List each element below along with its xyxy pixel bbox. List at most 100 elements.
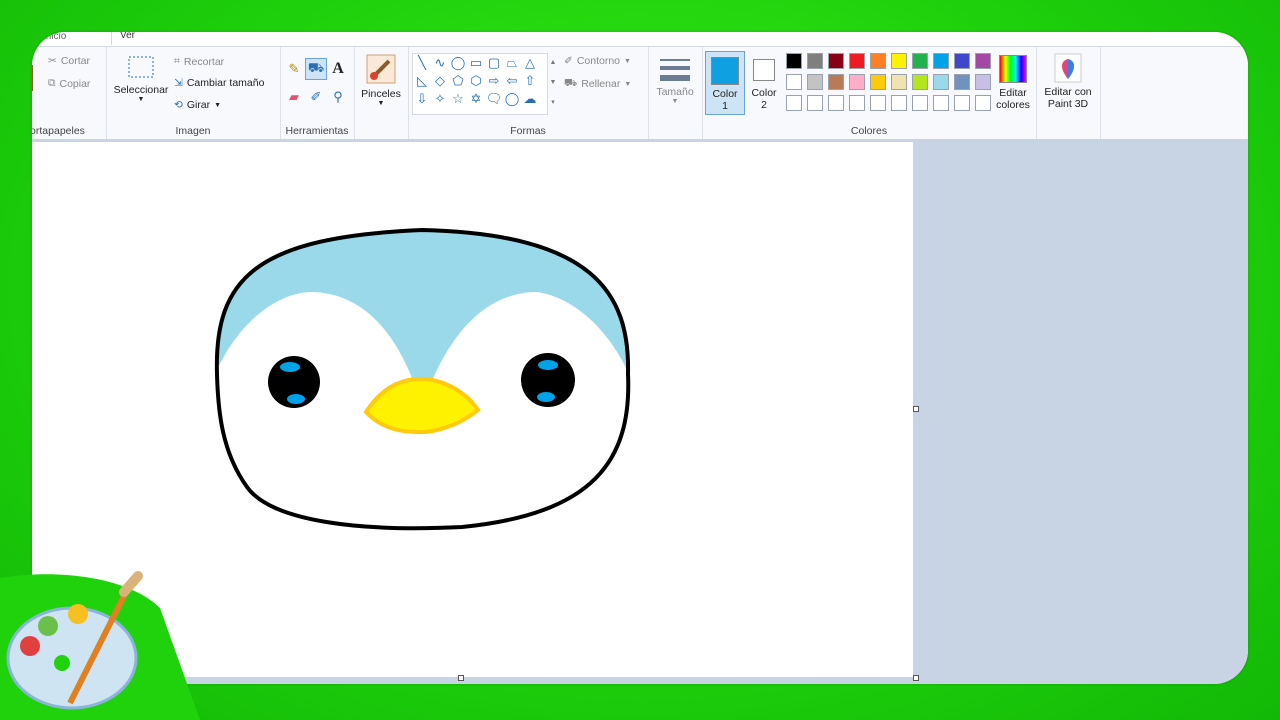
tab-home[interactable]: Inicio (32, 32, 112, 45)
pentagon-shape-icon[interactable]: ⬠ (449, 72, 467, 90)
colors-group-label: Colores (850, 125, 888, 137)
palette-swatch[interactable] (849, 74, 865, 90)
six-point-star-shape-icon[interactable]: ✡ (467, 90, 485, 108)
resize-handle-bottom[interactable] (458, 675, 464, 681)
palette-swatch[interactable] (786, 74, 802, 90)
select-button[interactable]: Seleccionar ▼ (110, 53, 172, 103)
chevron-down-icon: ▼ (624, 80, 632, 88)
paintbrush-icon (366, 54, 396, 84)
color2-button[interactable]: Color 2 (746, 51, 782, 111)
palette-swatch[interactable] (933, 74, 949, 90)
resize-handle-corner[interactable] (913, 675, 919, 681)
palette-swatch[interactable] (912, 53, 928, 69)
shapes-group-label: Formas (510, 125, 546, 137)
palette-swatch[interactable] (975, 53, 991, 69)
crop-label: Recortar (183, 55, 225, 68)
paint3d-line2: Paint 3D (1047, 98, 1089, 110)
hexagon-shape-icon[interactable]: ⬡ (467, 72, 485, 90)
palette-swatch[interactable] (954, 95, 970, 111)
scissors-icon: ✂ (48, 55, 57, 67)
cut-button[interactable]: ✂ Cortar (48, 55, 90, 67)
oval-shape-icon[interactable]: ◯ (449, 54, 467, 72)
crop-button[interactable]: ⌗ Recortar (174, 55, 224, 68)
left-eye-highlight-lower (287, 394, 305, 404)
rounded-rectangle-shape-icon[interactable]: ▢ (485, 54, 503, 72)
callout-oval-shape-icon[interactable]: ◯ (503, 90, 521, 108)
five-point-star-shape-icon[interactable]: ☆ (449, 90, 467, 108)
magnifier-icon[interactable]: ⚲ (328, 87, 348, 107)
palette-swatch[interactable] (870, 95, 886, 111)
size-group: Tamaño ▼ (648, 47, 703, 139)
palette-swatch[interactable] (786, 95, 802, 111)
palette-swatch[interactable] (912, 95, 928, 111)
left-arrow-shape-icon[interactable]: ⇦ (503, 72, 521, 90)
line-shape-icon[interactable]: ╲ (413, 54, 431, 72)
palette-swatch[interactable] (933, 95, 949, 111)
outline-icon: ✐ (564, 55, 573, 67)
resize-button[interactable]: ⇲ Cambiar tamaño (174, 77, 264, 89)
fill-button[interactable]: ⛟ Rellenar ▼ (564, 77, 631, 91)
palette-swatch[interactable] (870, 74, 886, 90)
palette-swatch[interactable] (828, 74, 844, 90)
palette-swatch[interactable] (891, 53, 907, 69)
palette-swatch[interactable] (891, 95, 907, 111)
shapes-scroll[interactable]: ▲ ▼ ▾ (548, 53, 558, 113)
palette-swatch[interactable] (870, 53, 886, 69)
paint3d-icon (1054, 53, 1082, 83)
resize-handle-right[interactable] (913, 406, 919, 412)
triangle-shape-icon[interactable]: △ (521, 54, 539, 72)
palette-swatch[interactable] (828, 53, 844, 69)
diamond-shape-icon[interactable]: ◇ (431, 72, 449, 90)
size-label: Tamaño (656, 86, 694, 98)
rectangle-shape-icon[interactable]: ▭ (467, 54, 485, 72)
color2-swatch (753, 59, 775, 81)
palette-swatch[interactable] (807, 95, 823, 111)
palette-swatch[interactable] (954, 53, 970, 69)
edit-colors-button[interactable]: Editar colores (992, 53, 1034, 111)
fill-bucket-icon[interactable]: ⛟ (305, 58, 327, 80)
paste-button[interactable] (32, 61, 38, 98)
edit-colors-line2: colores (996, 99, 1030, 111)
right-arrow-shape-icon[interactable]: ⇨ (485, 72, 503, 90)
ribbon-tabs: Inicio Ver (32, 32, 1248, 46)
edit-with-paint3d-button[interactable]: Editar con Paint 3D (1038, 53, 1098, 110)
outline-button[interactable]: ✐ Contorno ▼ (564, 55, 631, 67)
palette-swatch[interactable] (933, 53, 949, 69)
palette-swatch[interactable] (807, 74, 823, 90)
palette-swatch[interactable] (954, 74, 970, 90)
pencil-icon[interactable]: ✎ (284, 59, 304, 79)
color-picker-icon[interactable]: ✐ (306, 87, 326, 107)
palette-swatch[interactable] (975, 95, 991, 111)
shapes-gallery[interactable]: ╲ ∿ ◯ ▭ ▢ ⏢ △ ◺ ◇ ⬠ ⬡ ⇨ ⇦ ⇧ ⇩ ✧ ☆ ✡ 🗨 ◯ (412, 53, 548, 115)
up-arrow-shape-icon[interactable]: ⇧ (521, 72, 539, 90)
rotate-button[interactable]: ⟲ Girar ▼ (174, 99, 221, 111)
palette-swatch[interactable] (786, 53, 802, 69)
color2-label-line1: Color (751, 87, 777, 99)
right-triangle-shape-icon[interactable]: ◺ (413, 72, 431, 90)
text-tool-icon[interactable]: A (328, 59, 348, 79)
color1-swatch (711, 57, 739, 85)
eraser-icon[interactable]: ▰ (284, 87, 304, 107)
tab-view[interactable]: Ver (110, 32, 145, 44)
callout-rect-shape-icon[interactable]: 🗨 (485, 90, 503, 108)
palette-swatch[interactable] (807, 53, 823, 69)
curve-shape-icon[interactable]: ∿ (431, 54, 449, 72)
outline-label: Contorno (576, 55, 621, 67)
palette-swatch[interactable] (849, 95, 865, 111)
palette-swatch[interactable] (912, 74, 928, 90)
brushes-button[interactable]: Pinceles ▼ (360, 53, 402, 107)
copy-button[interactable]: ⧉ Copiar (48, 77, 90, 90)
palette-swatch[interactable] (828, 95, 844, 111)
four-point-star-shape-icon[interactable]: ✧ (431, 90, 449, 108)
cloud-shape-icon[interactable]: ☁ (521, 90, 539, 108)
color1-button[interactable]: Color 1 (705, 51, 745, 115)
chevron-down-icon: ▼ (377, 100, 385, 107)
down-arrow-shape-icon[interactable]: ⇩ (413, 90, 431, 108)
paint3d-group: Editar con Paint 3D (1036, 47, 1101, 139)
size-button[interactable]: Tamaño ▼ (654, 55, 696, 105)
paste-icon (32, 65, 33, 91)
palette-swatch[interactable] (849, 53, 865, 69)
palette-swatch[interactable] (975, 74, 991, 90)
palette-swatch[interactable] (891, 74, 907, 90)
polygon-shape-icon[interactable]: ⏢ (503, 54, 521, 72)
